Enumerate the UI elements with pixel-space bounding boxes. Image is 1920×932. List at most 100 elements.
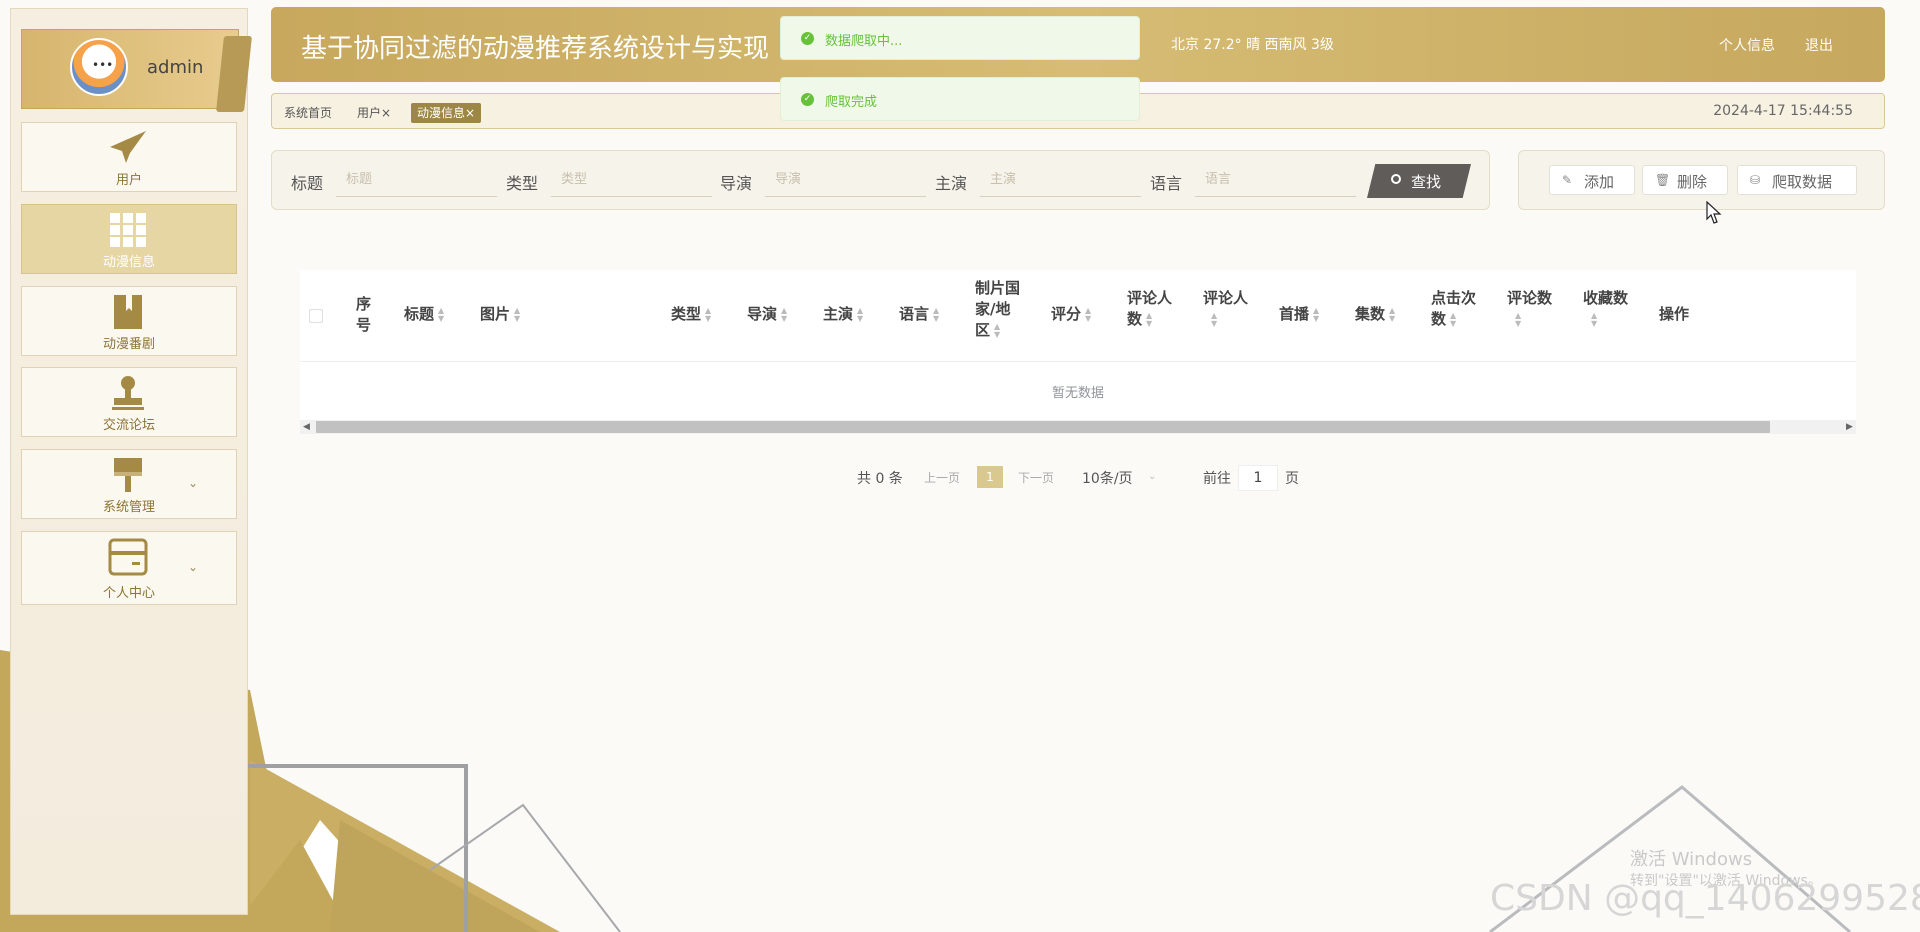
close-icon[interactable]: × [381, 106, 391, 120]
database-icon: ⛁ [1750, 173, 1761, 187]
action-panel: ✎ 添加 🗑 删除 ⛁ 爬取数据 [1518, 150, 1885, 210]
page-size-select[interactable]: 10条/页 [1082, 468, 1133, 488]
paper-plane-icon [110, 131, 146, 163]
sidebar-item-forum[interactable]: 交流论坛 [21, 367, 237, 437]
profile-link[interactable]: 个人信息 [1719, 35, 1775, 55]
sidebar-item-anime-info[interactable]: 动漫信息 [21, 204, 237, 274]
sort-icon[interactable]: ▲ ▼ [1211, 311, 1217, 328]
col-header-text: 收藏数 [1583, 289, 1629, 307]
tag-users[interactable]: 用户× [357, 103, 391, 123]
col-header-country[interactable]: 制片国 家/地 区 ▲ ▼ [975, 278, 1020, 341]
profile-decoration [216, 36, 252, 112]
sort-icon[interactable]: ▲ ▼ [857, 306, 863, 323]
col-header-text: 操作 [1659, 305, 1690, 323]
col-header-type[interactable]: 类型 ▲ ▼ [671, 304, 711, 325]
card-icon [108, 538, 148, 576]
col-header-reviewer[interactable]: 评论人 ▲ ▼ [1203, 288, 1248, 330]
delete-button-label: 删除 [1677, 173, 1708, 191]
col-header-episodes[interactable]: 集数 ▲ ▼ [1355, 304, 1395, 325]
sort-icon[interactable]: ▲ ▼ [514, 306, 520, 323]
sidebar-item-users[interactable]: 用户 [21, 122, 237, 192]
toast-message: 爬取完成 [825, 95, 878, 110]
sidebar-item-system[interactable]: 系统管理 ⌄ [21, 449, 237, 519]
search-icon [1391, 174, 1401, 184]
title-input[interactable] [336, 163, 497, 197]
col-header-director[interactable]: 导演 ▲ ▼ [747, 304, 787, 325]
sidebar-item-label: 动漫信息 [102, 255, 155, 270]
director-input[interactable] [765, 163, 926, 197]
search-button-label: 查找 [1411, 173, 1442, 191]
sort-icon[interactable]: ▲ ▼ [438, 306, 444, 323]
avatar: ••• [70, 38, 128, 96]
tag-anime-info[interactable]: 动漫信息× [411, 103, 482, 123]
col-header-text: 评论人 [1127, 289, 1173, 307]
tag-label: 系统首页 [284, 106, 333, 120]
toast-crawling: ✓ 数据爬取中... [780, 16, 1140, 60]
sort-icon[interactable]: ▲ ▼ [1515, 311, 1521, 328]
language-input[interactable] [1195, 163, 1356, 197]
col-header-actions: 操作 [1659, 304, 1689, 325]
anime-table: 序 号 标题 ▲ ▼ 图片 ▲ ▼ 类型 ▲ ▼ 导演 ▲ ▼ 主演 ▲ ▼ 语言 ▲ ▼ 制片国 家/… [300, 270, 1856, 434]
user-profile[interactable]: ••• admin [21, 29, 252, 112]
type-input[interactable] [551, 163, 712, 197]
sidebar: ••• admin 用户 动漫信息 动漫番剧 交流论坛 系统管理 ⌄ 个人中心 … [10, 8, 252, 915]
next-page-button[interactable]: 下一页 [1018, 469, 1054, 486]
sort-icon[interactable]: ▲ ▼ [705, 306, 711, 323]
sort-icon[interactable]: ▲ ▼ [1085, 306, 1091, 323]
page-number-button[interactable]: 1 [977, 466, 1003, 488]
chevron-down-icon: ⌄ [187, 476, 198, 490]
scroll-left-icon[interactable]: ◀ [303, 420, 310, 434]
prev-page-button[interactable]: 上一页 [924, 469, 960, 486]
goto-page-input[interactable] [1238, 465, 1278, 491]
col-header-reviewer-count[interactable]: 评论人 数 ▲ ▼ [1127, 288, 1172, 330]
logout-link[interactable]: 退出 [1805, 35, 1833, 55]
col-header-favorites[interactable]: 收藏数 ▲ ▼ [1583, 288, 1628, 330]
current-datetime: 2024-4-17 15:44:55 [1713, 103, 1853, 119]
sort-icon[interactable]: ▲ ▼ [1450, 311, 1456, 328]
grid-icon [110, 213, 146, 247]
add-button-label: 添加 [1584, 173, 1615, 191]
sidebar-item-personal[interactable]: 个人中心 ⌄ [21, 531, 237, 605]
col-header-title[interactable]: 标题 ▲ ▼ [404, 304, 444, 325]
col-header-rating[interactable]: 评分 ▲ ▼ [1051, 304, 1091, 325]
actor-input[interactable] [980, 163, 1141, 197]
add-button[interactable]: ✎ 添加 [1549, 165, 1635, 195]
tag-home[interactable]: 系统首页 [284, 103, 332, 123]
col-header-text: 家/地 [975, 300, 1011, 318]
sidebar-item-label: 交流论坛 [102, 418, 155, 433]
sort-icon[interactable]: ▲ ▼ [1389, 306, 1395, 323]
col-header-text: 评论数 [1507, 289, 1553, 307]
scroll-right-icon[interactable]: ▶ [1846, 420, 1853, 434]
scrollbar-thumb[interactable] [316, 421, 1770, 433]
crawl-data-button[interactable]: ⛁ 爬取数据 [1737, 165, 1857, 195]
select-all-checkbox[interactable] [309, 309, 323, 323]
col-header-index: 序 号 [356, 294, 371, 336]
success-icon: ✓ [801, 93, 814, 106]
col-header-image[interactable]: 图片 ▲ ▼ [480, 304, 520, 325]
search-label-type: 类型 [506, 174, 539, 193]
sidebar-item-anime-series[interactable]: 动漫番剧 [21, 286, 237, 356]
crawl-button-label: 爬取数据 [1772, 173, 1833, 191]
col-header-premiere[interactable]: 首播 ▲ ▼ [1279, 304, 1319, 325]
brush-icon [114, 458, 142, 492]
close-icon[interactable]: × [465, 106, 475, 120]
delete-button[interactable]: 🗑 删除 [1642, 165, 1728, 195]
sort-icon[interactable]: ▲ ▼ [1591, 311, 1597, 328]
page-title: 基于协同过滤的动漫推荐系统设计与实现 [301, 34, 770, 64]
toast-message: 数据爬取中... [825, 34, 903, 49]
sort-icon[interactable]: ▲ ▼ [994, 322, 1000, 339]
col-header-text: 数 [1431, 310, 1447, 328]
windows-activation-title: 激活 Windows [1630, 849, 1753, 870]
col-header-actor[interactable]: 主演 ▲ ▼ [823, 304, 863, 325]
sort-icon[interactable]: ▲ ▼ [781, 306, 787, 323]
chevron-down-icon[interactable]: ⌄ [1148, 471, 1156, 482]
col-header-language[interactable]: 语言 ▲ ▼ [899, 304, 939, 325]
col-header-text: 主演 [823, 305, 854, 323]
sort-icon[interactable]: ▲ ▼ [1313, 306, 1319, 323]
sort-icon[interactable]: ▲ ▼ [933, 306, 939, 323]
search-button[interactable]: 查找 [1367, 164, 1471, 198]
sort-icon[interactable]: ▲ ▼ [1146, 311, 1152, 328]
col-header-clicks[interactable]: 点击次 数 ▲ ▼ [1431, 288, 1476, 330]
col-header-comments[interactable]: 评论数 ▲ ▼ [1507, 288, 1552, 330]
col-header-text: 首播 [1279, 305, 1310, 323]
